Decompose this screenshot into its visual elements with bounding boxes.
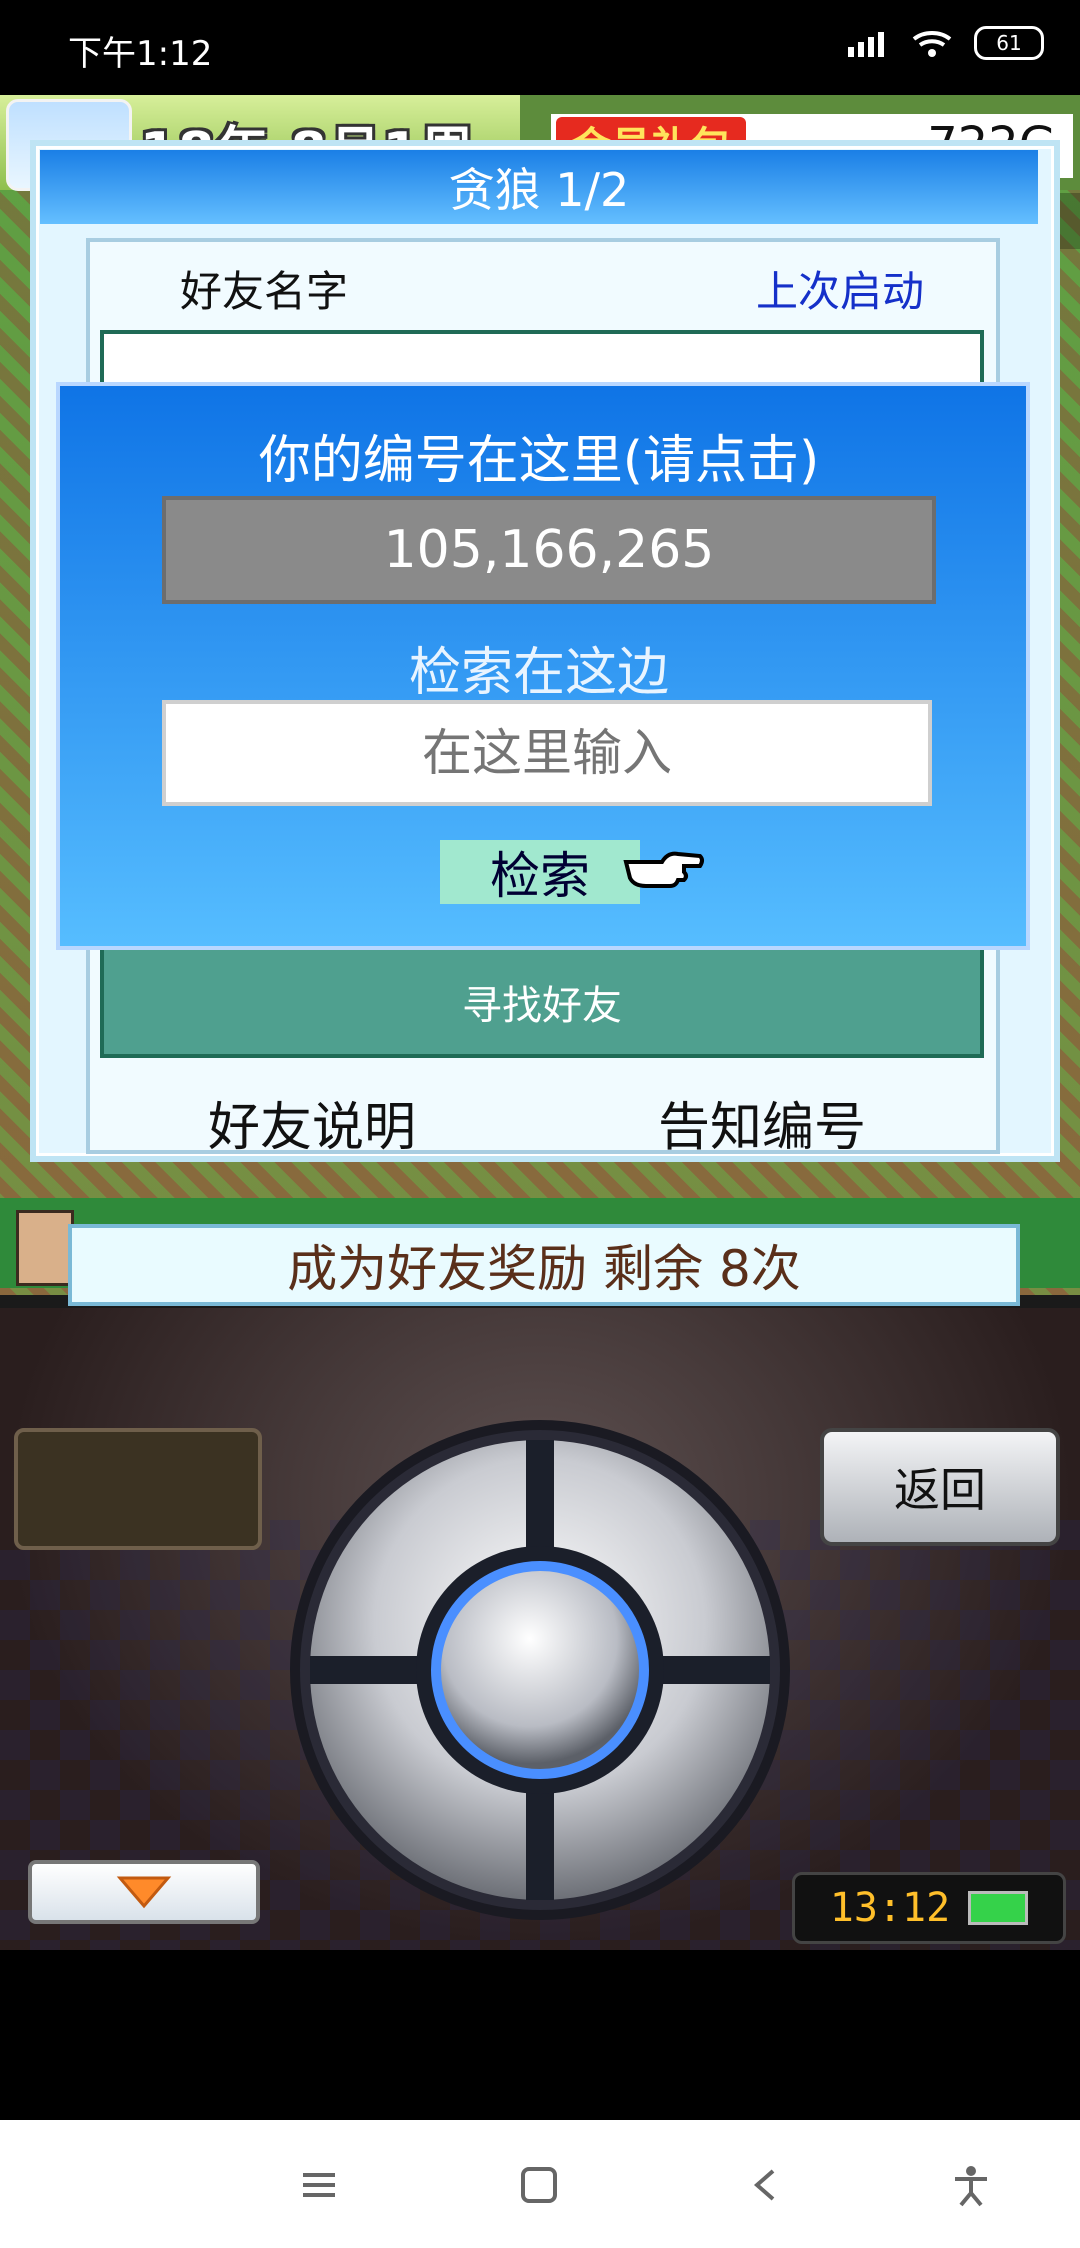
chevron-down-icon — [116, 1876, 172, 1909]
dpad[interactable] — [290, 1420, 790, 1920]
last-login-header: 上次启动 — [756, 267, 925, 316]
game-clock: 13:12 — [792, 1872, 1066, 1944]
home-icon[interactable] — [504, 2150, 574, 2220]
friend-info-button[interactable]: 好友说明 — [208, 1085, 416, 1160]
battery-icon: 61 — [974, 26, 1044, 60]
down-arrow-button[interactable] — [28, 1860, 260, 1924]
dialog-title: 贪狼 1/2 — [40, 150, 1038, 224]
mini-screen — [14, 1428, 262, 1550]
pointing-hand-icon — [623, 851, 704, 888]
friend-name-header: 好友名字 — [180, 267, 349, 316]
back-icon[interactable] — [732, 2150, 802, 2220]
battery-mini-icon — [968, 1891, 1029, 1925]
search-input[interactable] — [162, 700, 932, 806]
clock-time: 13:12 — [829, 1885, 951, 1931]
return-button[interactable]: 返回 — [820, 1428, 1060, 1546]
my-id-button[interactable]: 105,166,265 — [162, 496, 936, 604]
search-label: 检索在这边 — [408, 643, 669, 703]
accessibility-icon[interactable] — [936, 2150, 1006, 2220]
avatar — [16, 1210, 74, 1286]
friend-reward-banner: 成为好友奖励 剩余 8次 — [68, 1224, 1020, 1306]
search-button[interactable]: 检索 — [440, 840, 640, 905]
modal-title: 你的编号在这里(请点击) — [258, 431, 820, 491]
status-icons: 61 — [846, 26, 1044, 60]
tell-id-button[interactable]: 告知编号 — [658, 1085, 866, 1160]
signal-icon — [848, 32, 884, 57]
wifi-icon — [912, 31, 952, 57]
status-time: 下午1:12 — [68, 34, 213, 74]
menu-icon[interactable] — [284, 2150, 354, 2220]
find-friend-button[interactable]: 寻找好友 — [100, 946, 984, 1058]
